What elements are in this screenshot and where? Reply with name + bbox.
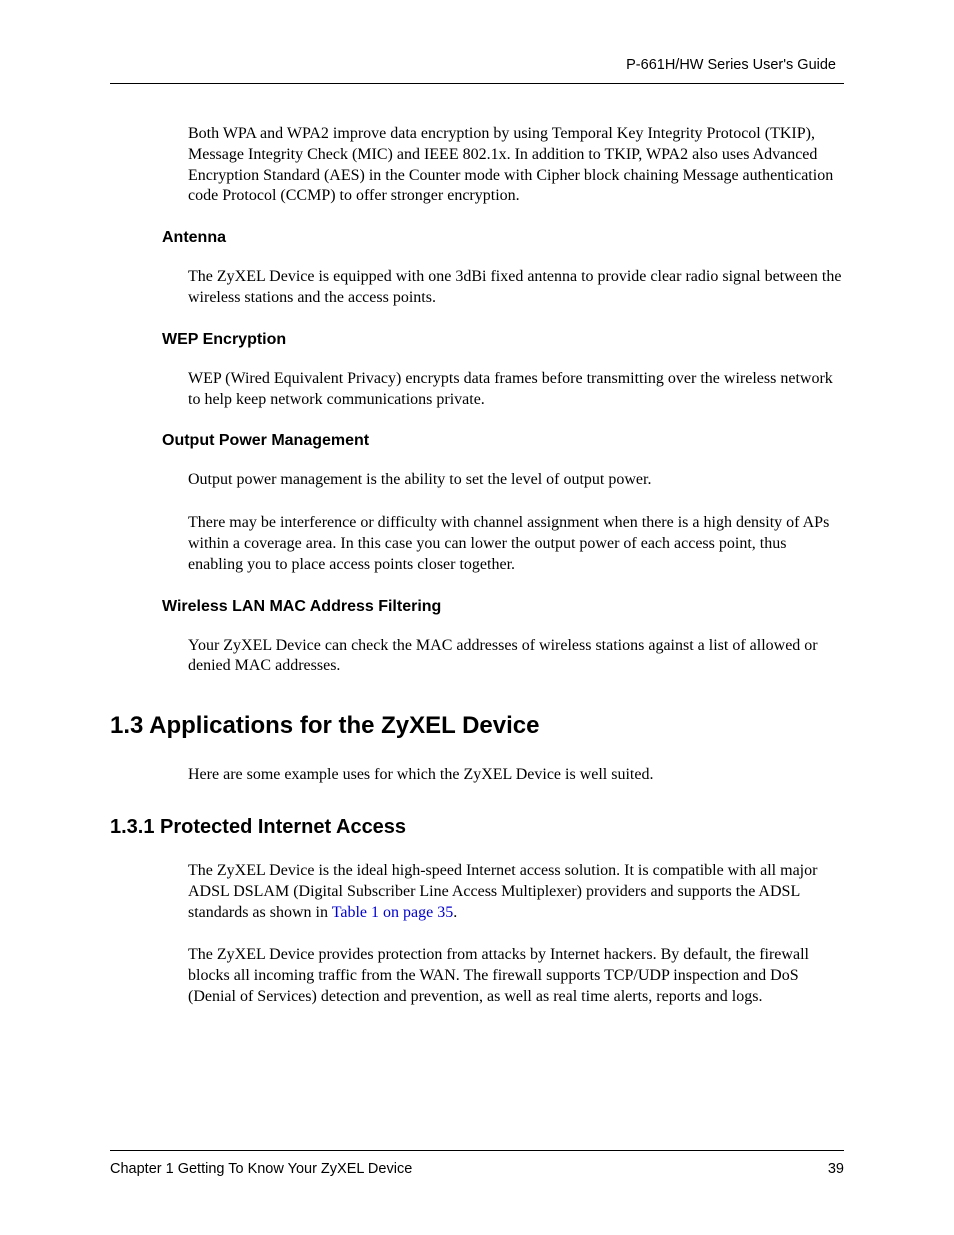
protected-access-body2: The ZyXEL Device provides protection fro… — [188, 945, 844, 1007]
page-container: P-661H/HW Series User's Guide Both WPA a… — [0, 0, 954, 1008]
applications-heading: 1.3 Applications for the ZyXEL Device — [110, 712, 844, 740]
protected-access-heading: 1.3.1 Protected Internet Access — [110, 816, 844, 839]
output-power-body2: There may be interference or difficulty … — [188, 513, 844, 575]
wep-body: WEP (Wired Equivalent Privacy) encrypts … — [188, 369, 844, 411]
footer-divider — [110, 1150, 844, 1151]
mac-filtering-heading: Wireless LAN MAC Address Filtering — [162, 598, 844, 616]
intro-paragraph: Both WPA and WPA2 improve data encryptio… — [188, 124, 844, 207]
table-reference-link[interactable]: Table 1 on page 35 — [332, 904, 454, 921]
footer-row: Chapter 1 Getting To Know Your ZyXEL Dev… — [110, 1161, 844, 1177]
protected-access-body1-post: . — [453, 904, 457, 921]
protected-access-body1-pre: The ZyXEL Device is the ideal high-speed… — [188, 862, 817, 921]
footer-chapter-text: Chapter 1 Getting To Know Your ZyXEL Dev… — [110, 1161, 412, 1177]
footer-page-number: 39 — [828, 1161, 844, 1177]
applications-intro: Here are some example uses for which the… — [188, 765, 844, 786]
protected-access-body1: The ZyXEL Device is the ideal high-speed… — [188, 861, 844, 923]
header-guide-title: P-661H/HW Series User's Guide — [110, 57, 844, 73]
antenna-heading: Antenna — [162, 229, 844, 247]
wep-heading: WEP Encryption — [162, 331, 844, 349]
output-power-body1: Output power management is the ability t… — [188, 470, 844, 491]
header-divider — [110, 83, 844, 84]
antenna-body: The ZyXEL Device is equipped with one 3d… — [188, 267, 844, 309]
page-footer: Chapter 1 Getting To Know Your ZyXEL Dev… — [110, 1150, 844, 1177]
output-power-heading: Output Power Management — [162, 432, 844, 450]
mac-filtering-body: Your ZyXEL Device can check the MAC addr… — [188, 636, 844, 678]
